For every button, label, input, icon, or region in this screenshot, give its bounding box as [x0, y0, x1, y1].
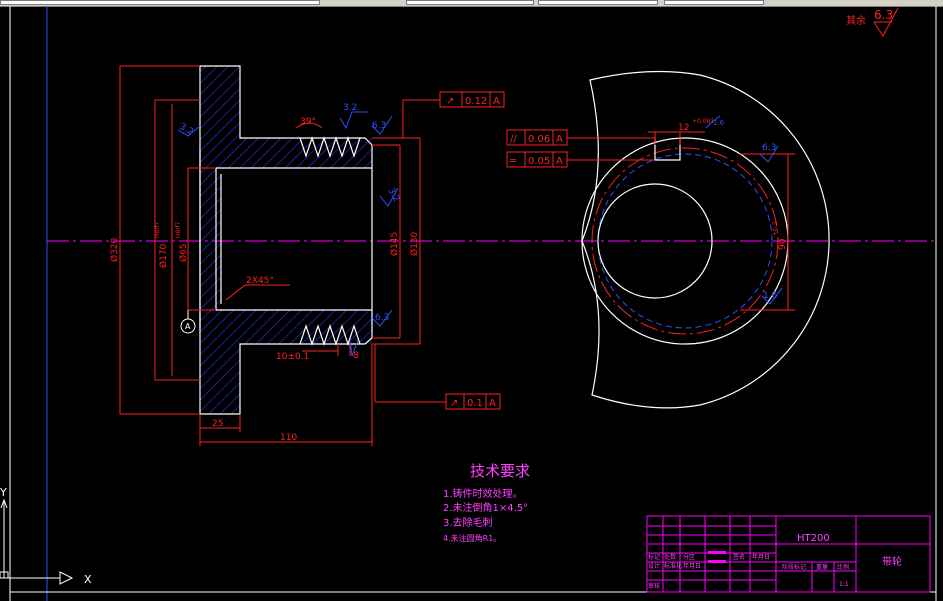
part-name-label: 带轮	[882, 555, 902, 568]
svg-text:A: A	[556, 156, 563, 167]
svg-text:年月日: 年月日	[752, 553, 770, 561]
svg-text:年月日: 年月日	[683, 562, 701, 570]
svg-text:↗: ↗	[450, 398, 458, 409]
svg-text:0.1: 0.1	[467, 398, 483, 409]
svg-text:═: ═	[509, 156, 517, 167]
roughness-right-bottom: 6.3	[375, 313, 389, 323]
end-roughness-values: 1.6 6.3 1.6	[713, 119, 778, 301]
svg-text:审核: 审核	[648, 582, 660, 590]
dim-key-width: 12	[678, 123, 689, 133]
dim-chamfer: 2X45°	[246, 276, 274, 286]
roughness-thread-top: 3.2	[343, 103, 357, 113]
svg-text:↗: ↗	[446, 96, 454, 107]
dim-bore-b-tol: H8/f7	[175, 222, 182, 238]
tech-notes: 技术要求 1.铸件时效处理。 2.未注倒角1×4.5° 3.去除毛刺 4.未注圆…	[443, 462, 530, 543]
dim-groove-width: 10±0.1	[276, 352, 309, 362]
corner-roughness-label: 其余	[846, 14, 866, 27]
bore-outline	[215, 167, 372, 311]
svg-text:A: A	[493, 96, 500, 107]
svg-text:分区: 分区	[683, 553, 695, 561]
tech-note-1: 1.铸件时效处理。	[443, 487, 523, 500]
roughness-key-top: 1.6	[713, 119, 725, 127]
svg-text:重量: 重量	[816, 563, 828, 571]
hatch-bottom	[200, 241, 372, 414]
svg-text:标准化: 标准化	[664, 562, 682, 570]
svg-text:0.12: 0.12	[465, 96, 487, 107]
tech-notes-title: 技术要求	[470, 462, 530, 480]
drawing-canvas[interactable]: Ø320 Ø170 H8/f7 Ø65 H8/f7 39° 2X45° 10±0…	[0, 0, 943, 601]
corner-roughness-value: 6.3	[874, 8, 893, 22]
datum-label: A	[185, 322, 191, 331]
dim-thread-angle: 39°	[300, 117, 316, 127]
ucs-x-label: X	[84, 573, 92, 586]
roughness-right-mid: 3.2	[385, 187, 401, 204]
tolerance-frame-parallel: // 0.06 A	[506, 129, 568, 146]
roughness-right-top: 6.3	[372, 121, 386, 131]
tech-note-3: 3.去除毛刺	[443, 516, 493, 529]
svg-text:设计: 设计	[648, 562, 660, 570]
tolerance-frame-runout-bottom: ↗ 0.1 A	[445, 393, 501, 410]
dim-145: Ø145	[389, 232, 400, 256]
dim-length: 110	[280, 433, 297, 443]
corner-roughness: 其余 6.3	[846, 7, 899, 37]
svg-text:处数: 处数	[664, 553, 676, 561]
material-label: HT200	[797, 533, 830, 544]
dim-key-depth-tol: +0.2	[772, 221, 779, 236]
ucs-axis-icon	[0, 498, 74, 585]
tolerance-frame-runout-top: ↗ 0.12 A	[439, 91, 505, 108]
tech-note-2: 2.未注倒角1×4.5°	[443, 501, 528, 514]
dim-outer-dia: Ø320	[109, 237, 120, 262]
svg-text:签名: 签名	[733, 553, 745, 561]
svg-text:标记: 标记	[648, 553, 660, 561]
dim-key-width-tol: +0.081	[692, 118, 714, 125]
dim-bore-a: Ø170	[158, 243, 169, 268]
svg-text:A: A	[556, 134, 563, 145]
svg-text:A: A	[489, 398, 496, 409]
roughness-key-right: 6.3	[762, 143, 776, 153]
roughness-key-bottom: 1.6	[763, 291, 778, 301]
hatch-top	[200, 66, 372, 241]
svg-text://: //	[510, 134, 517, 145]
dim-key-depth: 90	[778, 238, 788, 250]
svg-text:比例: 比例	[837, 563, 849, 571]
ucs-y-label: Y	[0, 486, 7, 499]
svg-text:阶段标记: 阶段标记	[782, 563, 806, 571]
dim-130: Ø130	[409, 231, 420, 256]
dim-groove-depth: 8	[353, 351, 359, 361]
svg-text:0.05: 0.05	[528, 156, 550, 167]
dim-bore-b: Ø65	[178, 243, 189, 262]
svg-text:1:1: 1:1	[839, 581, 849, 588]
tolerance-frame-symmetry: ═ 0.05 A	[506, 151, 568, 168]
datum-a-icon: A	[180, 310, 196, 334]
svg-text:0.06: 0.06	[528, 134, 550, 145]
ucs-labels: X Y	[0, 486, 92, 586]
dim-flange-width: 25	[212, 419, 223, 429]
dim-bore-a-tol: H8/f7	[154, 222, 161, 238]
roughness-flange-left: 3.2	[178, 122, 195, 138]
tech-note-4: 4.未注圆角R1。	[443, 533, 501, 543]
